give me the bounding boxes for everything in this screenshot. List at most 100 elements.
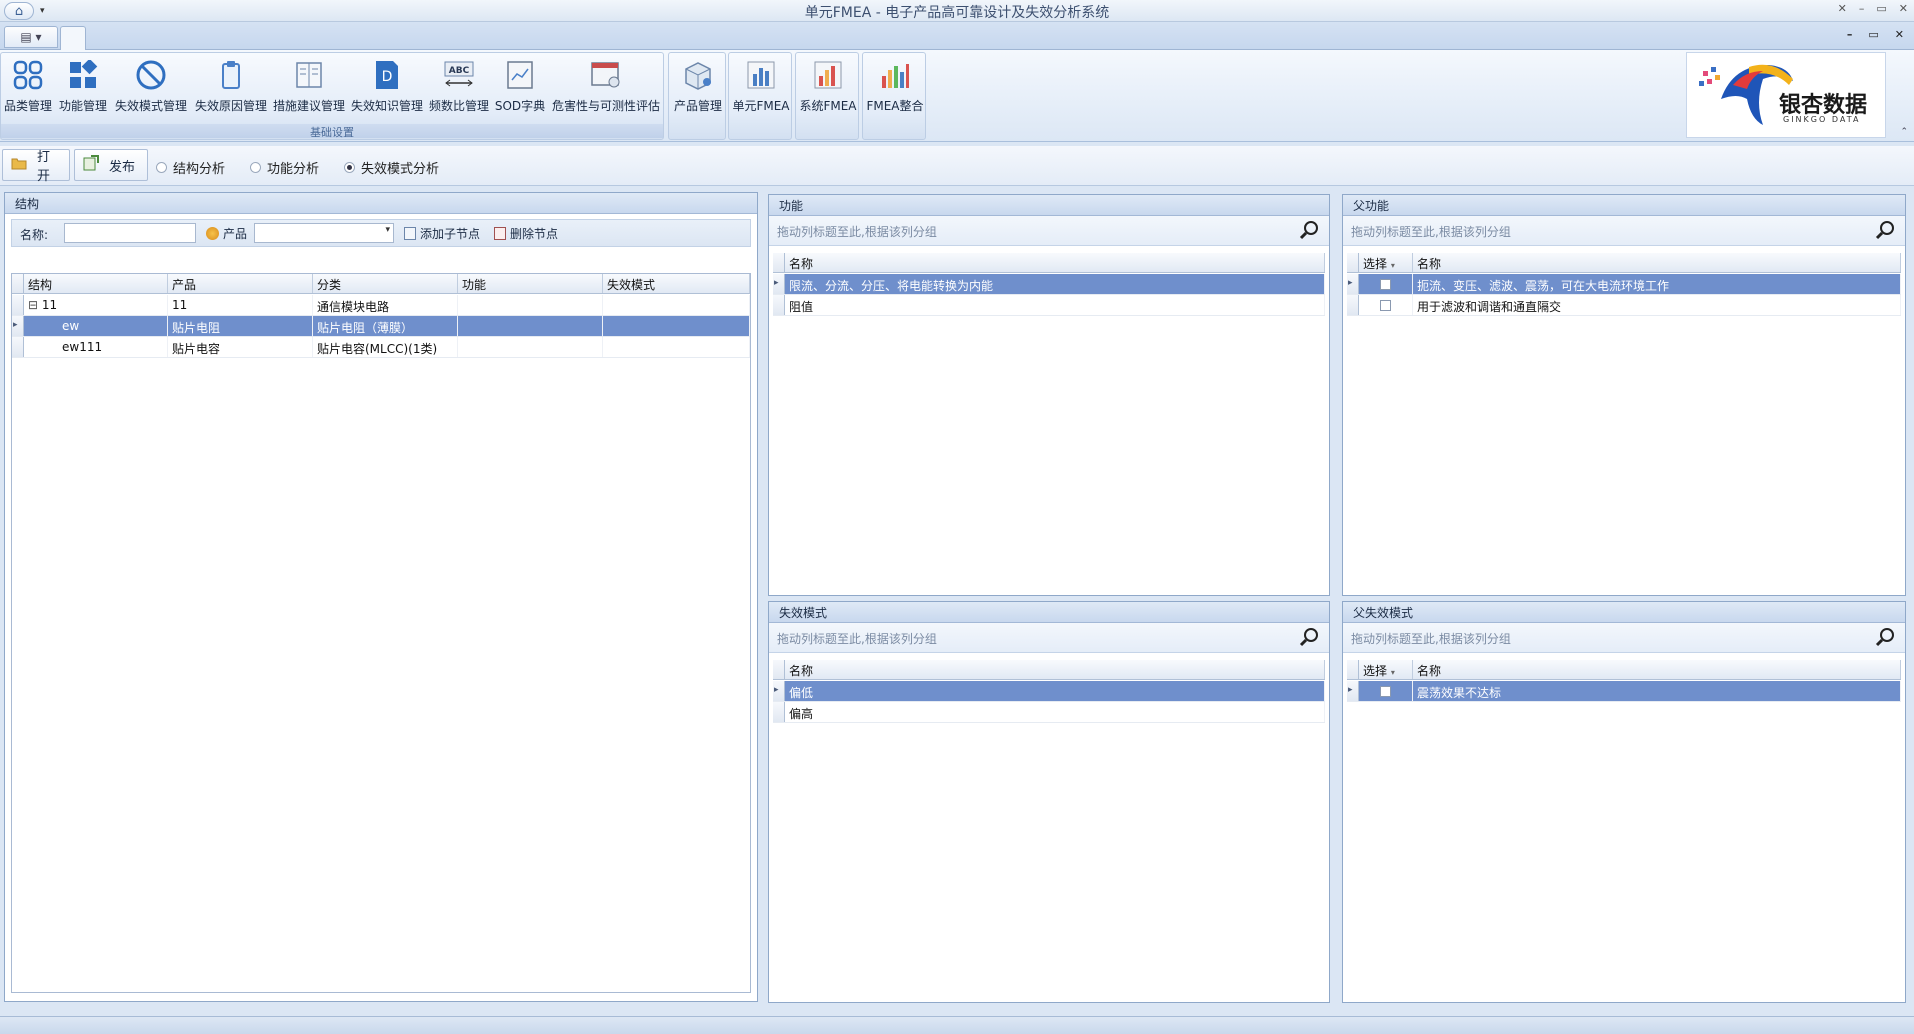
grid-row-selected[interactable]: ▸ 限流、分流、分压、将电能转换为内能 (773, 274, 1325, 295)
sod-dictionary-button[interactable]: SOD字典 (495, 55, 545, 123)
search-icon[interactable] (1299, 220, 1319, 240)
name-input[interactable] (64, 223, 196, 243)
radio-function-analysis[interactable]: 功能分析 (250, 158, 319, 177)
grid-row-selected[interactable]: ▸ 扼流、变压、滤波、震荡，可在大电流环境工作 (1347, 274, 1901, 295)
filter-dropdown-icon[interactable]: ▾ (1391, 668, 1395, 677)
group-by-hint: 拖动列标题至此,根据该列分组 (1343, 623, 1905, 653)
function-panel: 功能 拖动列标题至此,根据该列分组 名称 ▸ 限流、分流、分压、将电能转换为内能… (768, 194, 1330, 596)
product-box-icon (680, 57, 716, 93)
search-icon[interactable] (1299, 627, 1319, 647)
ribbon-group-fmea-integrate: FMEA整合 (862, 52, 926, 140)
failure-mode-panel-title: 失效模式 (769, 602, 1329, 623)
select-checkbox[interactable] (1380, 300, 1391, 311)
category-manage-button[interactable]: 品类管理 (3, 55, 53, 123)
publish-button[interactable]: 发布 (74, 149, 148, 181)
product-icon (206, 227, 219, 240)
mdi-close-icon[interactable]: ✕ (1895, 28, 1904, 41)
parent-failure-mode-panel: 父失效模式 拖动列标题至此,根据该列分组 选择 ▾ 名称 ▸ 震荡效果不达标 (1342, 601, 1906, 1003)
col-category[interactable]: 分类 (313, 274, 458, 293)
ribbon-group-system-fmea: 系统FMEA (795, 52, 859, 140)
measure-suggestion-manage-button[interactable]: 措施建议管理 (271, 55, 347, 123)
tree-row-selected[interactable]: ▸ ew 贴片电阻 贴片电阻（薄膜） (12, 316, 750, 337)
col-name[interactable]: 名称 (785, 253, 1325, 272)
ribbon-group-unit-fmea: 单元FMEA (728, 52, 792, 140)
svg-text:D: D (382, 69, 393, 85)
search-icon[interactable] (1875, 627, 1895, 647)
svg-text:ABC: ABC (449, 66, 470, 76)
failure-knowledge-manage-button[interactable]: D 失效知识管理 (349, 55, 425, 123)
title-bar: ⌂ ▾ 单元FMEA - 电子产品高可靠设计及失效分析系统 ✕ – ▭ ✕ (0, 0, 1914, 22)
maximize-icon[interactable]: ▭ (1876, 2, 1886, 15)
function-panel-title: 功能 (769, 195, 1329, 216)
col-name[interactable]: 名称 (785, 660, 1325, 679)
app-menu-button[interactable]: ▤ ▾ (4, 26, 58, 48)
knowledge-d-icon: D (369, 57, 405, 93)
mdi-restore-icon[interactable]: ▭ (1868, 28, 1878, 41)
col-structure[interactable]: 结构 (24, 274, 168, 293)
radio-dot (156, 162, 167, 173)
close-icon[interactable]: ✕ (1899, 2, 1908, 15)
radio-dot-checked (344, 162, 355, 173)
window-settings-icon (588, 57, 624, 93)
prohibited-icon (133, 57, 169, 93)
product-select[interactable]: ▾ (254, 223, 394, 243)
col-select[interactable]: 选择 ▾ (1359, 660, 1413, 679)
col-select[interactable]: 选择 ▾ (1359, 253, 1413, 272)
mdi-minimize-icon[interactable]: – (1847, 28, 1853, 41)
minimize-icon[interactable]: – (1859, 2, 1865, 15)
ribbon-group-label: 基础设置 (1, 124, 663, 139)
frequency-ratio-manage-button[interactable]: ABC 频数比管理 (427, 55, 491, 123)
parent-failure-mode-panel-title: 父失效模式 (1343, 602, 1905, 623)
col-function[interactable]: 功能 (458, 274, 603, 293)
function-manage-button[interactable]: 功能管理 (57, 55, 109, 123)
hazard-detectability-assess-button[interactable]: 危害性与可测性评估 (549, 55, 663, 123)
folder-open-icon (11, 156, 27, 174)
grid-header: 选择 ▾ 名称 (1347, 660, 1901, 680)
product-manage-button[interactable]: 产品管理 (671, 55, 725, 123)
ribbon-tab-main[interactable] (60, 26, 86, 50)
failure-mode-panel: 失效模式 拖动列标题至此,根据该列分组 名称 ▸ 偏低 偏高 (768, 601, 1330, 1003)
structure-tree-grid: 结构 产品 分类 功能 失效模式 ⊟ 11 11 通信模块电路 ▸ ew 贴片电… (11, 273, 751, 993)
col-failure-mode[interactable]: 失效模式 (603, 274, 750, 293)
select-checkbox[interactable] (1380, 279, 1391, 290)
row-pointer-icon: ▸ (773, 681, 785, 701)
mdi-controls: – ▭ ✕ (1847, 28, 1904, 41)
ribbon-tab-strip: ▤ ▾ – ▭ ✕ (0, 22, 1914, 50)
unit-fmea-button[interactable]: 单元FMEA (731, 55, 791, 123)
bar-chart-integrate-icon (877, 57, 913, 93)
grid-row[interactable]: 用于滤波和调谐和通直隔交 (1347, 295, 1901, 316)
bar-chart-color-icon (810, 57, 846, 93)
delete-node-button[interactable]: 删除节点 (494, 225, 558, 242)
failure-mode-manage-button[interactable]: 失效模式管理 (113, 55, 189, 123)
col-name[interactable]: 名称 (1413, 253, 1901, 272)
publish-label: 发布 (109, 159, 136, 175)
radio-structure-analysis[interactable]: 结构分析 (156, 158, 225, 177)
collapse-icon[interactable]: ⊟ (28, 298, 38, 312)
name-label: 名称: (20, 228, 49, 242)
radio-failure-mode-analysis[interactable]: 失效模式分析 (344, 158, 439, 177)
group-by-hint: 拖动列标题至此,根据该列分组 (1343, 216, 1905, 246)
close-x-icon[interactable]: ✕ (1838, 2, 1847, 15)
failure-cause-manage-button[interactable]: 失效原因管理 (193, 55, 269, 123)
grid-row-selected[interactable]: ▸ 震荡效果不达标 (1347, 681, 1901, 702)
add-node-icon (404, 227, 416, 240)
ribbon-collapse-icon[interactable]: ⌃ (1900, 127, 1908, 137)
tree-row[interactable]: ew111 贴片电容 贴片电容(MLCC)(1类) (12, 337, 750, 358)
open-label: 打开 (37, 150, 51, 184)
select-checkbox[interactable] (1380, 686, 1391, 697)
fmea-integrate-button[interactable]: FMEA整合 (865, 55, 925, 123)
status-bar (0, 1016, 1914, 1034)
add-child-node-button[interactable]: 添加子节点 (404, 225, 480, 242)
col-name[interactable]: 名称 (1413, 660, 1901, 679)
filter-dropdown-icon[interactable]: ▾ (1391, 261, 1395, 270)
search-icon[interactable] (1875, 220, 1895, 240)
grid-row[interactable]: 阻值 (773, 295, 1325, 316)
open-button[interactable]: 打开 (2, 149, 70, 184)
grid-row[interactable]: 偏高 (773, 702, 1325, 723)
grid-row-selected[interactable]: ▸ 偏低 (773, 681, 1325, 702)
row-pointer-icon: ▸ (12, 316, 24, 336)
system-fmea-button[interactable]: 系统FMEA (798, 55, 858, 123)
col-product[interactable]: 产品 (168, 274, 313, 293)
chart-book-icon (502, 57, 538, 93)
tree-row[interactable]: ⊟ 11 11 通信模块电路 (12, 295, 750, 316)
